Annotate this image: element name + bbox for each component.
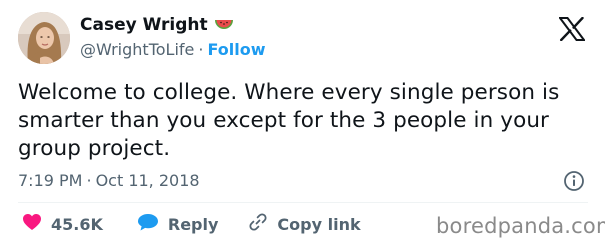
author-handle[interactable]: @WrightToLife xyxy=(80,40,194,59)
separator-dot: · xyxy=(86,171,92,190)
author-name[interactable]: Casey Wright xyxy=(80,15,208,35)
follow-button[interactable]: Follow xyxy=(207,40,265,59)
avatar-image xyxy=(18,12,70,64)
tweet-text: Welcome to college. Where every single p… xyxy=(18,80,560,161)
x-logo-icon[interactable] xyxy=(558,16,586,42)
watermelon-icon xyxy=(214,18,234,32)
info-icon[interactable] xyxy=(563,170,585,192)
heart-icon xyxy=(22,213,42,235)
avatar[interactable] xyxy=(18,12,70,64)
like-button[interactable]: 45.6K xyxy=(22,213,103,235)
copy-link-label: Copy link xyxy=(277,214,361,234)
tweet-card: Casey Wright @WrightToLife · Follow Welcom… xyxy=(0,0,605,248)
copy-link-button[interactable]: Copy link xyxy=(248,212,361,236)
divider xyxy=(18,202,588,203)
author-name-row: Casey Wright xyxy=(80,15,234,35)
likes-count: 45.6K xyxy=(51,214,103,234)
reply-label: Reply xyxy=(167,214,219,234)
author-handle-row: @WrightToLife · Follow xyxy=(80,40,265,59)
tweet-timestamp[interactable]: 7:19 PM · Oct 11, 2018 xyxy=(18,171,200,190)
reply-bubble-icon xyxy=(137,213,159,235)
separator-dot: · xyxy=(198,40,204,59)
reply-button[interactable]: Reply xyxy=(137,213,219,235)
tweet-time: 7:19 PM xyxy=(18,171,83,190)
link-icon xyxy=(248,212,268,236)
tweet-date: Oct 11, 2018 xyxy=(95,171,200,190)
watermark: boredpanda.com xyxy=(436,214,605,238)
action-bar: 45.6K Reply Copy link xyxy=(22,212,361,236)
